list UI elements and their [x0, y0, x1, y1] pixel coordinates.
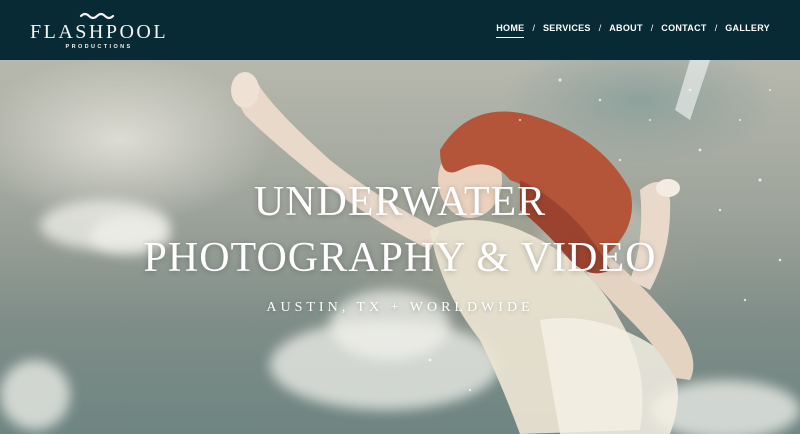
nav-gallery[interactable]: GALLERY [725, 23, 770, 38]
hero-section: UNDERWATER PHOTOGRAPHY & VIDEO AUSTIN, T… [0, 60, 800, 434]
hero-subtitle: AUSTIN, TX + WORLDWIDE [266, 300, 534, 315]
nav-about[interactable]: ABOUT [609, 23, 643, 38]
hero-title-line-2: PHOTOGRAPHY & VIDEO [143, 235, 657, 281]
nav-separator: / [714, 23, 718, 33]
main-nav: HOME / SERVICES / ABOUT / CONTACT / GALL… [496, 23, 770, 38]
nav-separator: / [598, 23, 602, 33]
logo-tagline: PRODUCTIONS [65, 44, 133, 50]
nav-separator: / [532, 23, 535, 33]
nav-separator: / [650, 23, 654, 33]
nav-services[interactable]: SERVICES [543, 23, 591, 38]
wave-icon [79, 12, 115, 20]
nav-home[interactable]: HOME [496, 23, 525, 38]
logo[interactable]: FLASHPOOL PRODUCTIONS [30, 12, 168, 50]
logo-name: FLASHPOOL [30, 21, 169, 43]
site-header: FLASHPOOL PRODUCTIONS HOME / SERVICES / … [0, 0, 800, 60]
nav-contact[interactable]: CONTACT [661, 23, 706, 38]
hero-text: UNDERWATER PHOTOGRAPHY & VIDEO AUSTIN, T… [0, 174, 800, 316]
hero-title-line-1: UNDERWATER [253, 179, 547, 225]
